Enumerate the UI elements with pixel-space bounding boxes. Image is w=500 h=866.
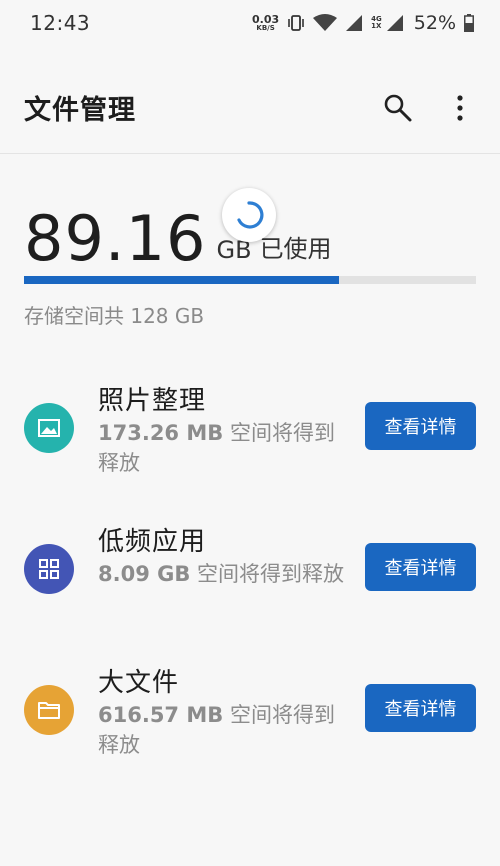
signal-icon-2 bbox=[386, 14, 404, 32]
battery-icon bbox=[464, 14, 474, 32]
status-icons: 0.03 KB/S 4G 1X 52% bbox=[252, 12, 474, 34]
net-speed: 0.03 KB/S bbox=[252, 14, 279, 32]
item-desc-text: 空间将得到释放 bbox=[190, 562, 345, 586]
app-actions bbox=[382, 92, 476, 124]
vibrate-icon bbox=[287, 13, 305, 33]
search-button[interactable] bbox=[382, 92, 414, 124]
grid-icon bbox=[38, 558, 60, 580]
item-title: 大文件 bbox=[98, 668, 180, 698]
storage-used-value: 89.16 bbox=[24, 202, 207, 275]
item-title: 照片整理 bbox=[98, 386, 207, 416]
item-size: 616.57 MB bbox=[98, 703, 224, 727]
storage-progress-bar bbox=[24, 276, 476, 284]
storage-used-label: 已使用 bbox=[259, 235, 332, 263]
view-details-button[interactable]: 查看详情 bbox=[365, 543, 476, 591]
status-time: 12:43 bbox=[30, 11, 91, 35]
list-item: 低频应用 8.09 GB 空间将得到释放 查看详情 bbox=[0, 521, 500, 662]
battery-percent: 52% bbox=[413, 12, 456, 34]
page-title: 文件管理 bbox=[24, 95, 136, 126]
item-icon-circle bbox=[24, 403, 74, 453]
item-description: 173.26 MB 空间将得到释放 bbox=[98, 418, 348, 478]
net-speed-unit: KB/S bbox=[256, 24, 275, 32]
more-options-button[interactable] bbox=[444, 92, 476, 124]
item-size: 8.09 GB bbox=[98, 562, 191, 586]
more-vert-icon bbox=[456, 94, 464, 121]
item-icon-circle bbox=[24, 685, 74, 735]
storage-progress-fill bbox=[24, 276, 339, 284]
status-bar: 12:43 0.03 KB/S 4G 1X 52% bbox=[0, 0, 500, 46]
app-bar: 文件管理 bbox=[0, 62, 500, 154]
item-icon-circle bbox=[24, 544, 74, 594]
loading-spinner bbox=[222, 188, 276, 242]
view-details-button[interactable]: 查看详情 bbox=[365, 402, 476, 450]
search-icon bbox=[383, 93, 413, 123]
signal-icon-1 bbox=[345, 14, 363, 32]
image-icon bbox=[37, 417, 61, 439]
folder-icon bbox=[37, 700, 61, 720]
view-details-button[interactable]: 查看详情 bbox=[365, 684, 476, 732]
wifi-icon bbox=[313, 14, 338, 32]
network-type: 4G 1X bbox=[371, 16, 382, 30]
item-description: 8.09 GB 空间将得到释放 bbox=[98, 559, 348, 589]
item-size: 173.26 MB bbox=[98, 421, 224, 445]
list-item: 大文件 616.57 MB 空间将得到释放 查看详情 bbox=[0, 662, 500, 803]
cleanup-list: 照片整理 173.26 MB 空间将得到释放 查看详情 低频应用 8.09 GB… bbox=[0, 380, 500, 803]
item-title: 低频应用 bbox=[98, 527, 207, 557]
list-item: 照片整理 173.26 MB 空间将得到释放 查看详情 bbox=[0, 380, 500, 521]
network-type-bottom: 1X bbox=[371, 22, 382, 30]
item-description: 616.57 MB 空间将得到释放 bbox=[98, 700, 348, 760]
storage-total: 存储空间共 128 GB bbox=[24, 304, 205, 328]
refresh-spinner-icon bbox=[237, 201, 264, 229]
